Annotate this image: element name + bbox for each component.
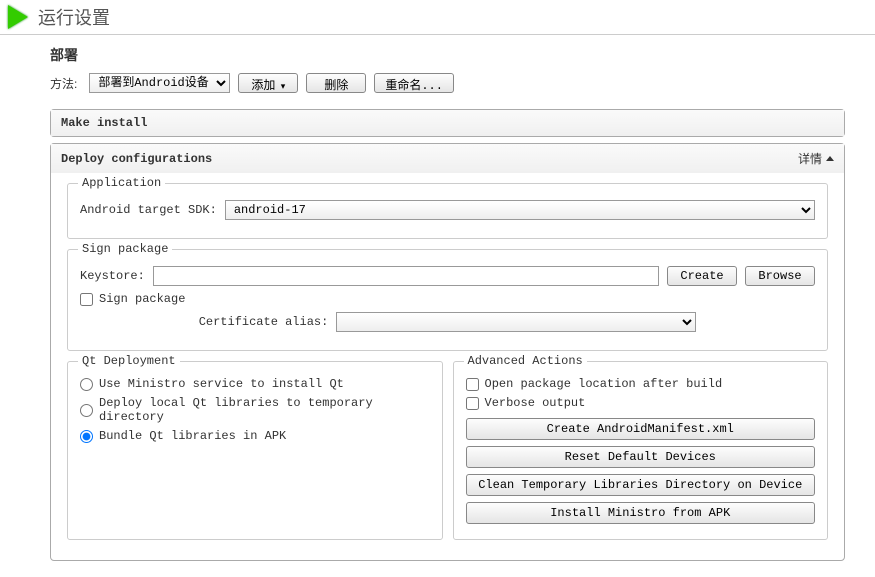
install-ministro-button[interactable]: Install Ministro from APK <box>466 502 816 524</box>
add-button[interactable]: 添加 <box>238 73 298 93</box>
advanced-legend: Advanced Actions <box>464 354 587 368</box>
sign-package-legend: Sign package <box>78 242 172 256</box>
details-toggle[interactable]: 详情 <box>798 150 834 167</box>
method-label: 方法: <box>50 75 77 92</box>
sign-package-fieldset: Sign package Keystore: Create Browse Sig… <box>67 249 828 351</box>
chevron-up-icon <box>826 156 834 161</box>
reset-devices-button[interactable]: Reset Default Devices <box>466 446 816 468</box>
application-fieldset: Application Android target SDK: android-… <box>67 183 828 239</box>
radio-local-label: Deploy local Qt libraries to temporary d… <box>99 396 430 424</box>
keystore-label: Keystore: <box>80 269 145 283</box>
create-manifest-button[interactable]: Create AndroidManifest.xml <box>466 418 816 440</box>
run-icon <box>8 5 28 29</box>
target-sdk-select[interactable]: android-17 <box>225 200 815 220</box>
sign-package-checkbox[interactable] <box>80 293 93 306</box>
radio-bundle[interactable] <box>80 430 93 443</box>
delete-button[interactable]: 删除 <box>306 73 366 93</box>
make-install-panel: Make install <box>50 109 845 137</box>
deploy-config-title: Deploy configurations <box>61 152 212 166</box>
application-legend: Application <box>78 176 165 190</box>
radio-bundle-label: Bundle Qt libraries in APK <box>99 429 286 443</box>
browse-keystore-button[interactable]: Browse <box>745 266 815 286</box>
make-install-title: Make install <box>61 116 147 130</box>
verbose-label: Verbose output <box>485 396 586 410</box>
rename-button[interactable]: 重命名... <box>374 73 454 93</box>
qt-deployment-legend: Qt Deployment <box>78 354 180 368</box>
method-row: 方法: 部署到Android设备 添加 删除 重命名... <box>50 73 845 93</box>
deploy-config-body: Application Android target SDK: android-… <box>51 173 844 560</box>
verbose-checkbox[interactable] <box>466 397 479 410</box>
page-title: 运行设置 <box>38 4 110 30</box>
target-sdk-label: Android target SDK: <box>80 203 217 217</box>
clean-libs-button[interactable]: Clean Temporary Libraries Directory on D… <box>466 474 816 496</box>
open-package-checkbox[interactable] <box>466 378 479 391</box>
advanced-actions-fieldset: Advanced Actions Open package location a… <box>453 361 829 540</box>
details-label: 详情 <box>798 150 822 167</box>
content-area: 部署 方法: 部署到Android设备 添加 删除 重命名... Make in… <box>0 35 875 577</box>
deploy-config-panel: Deploy configurations 详情 Application And… <box>50 143 845 561</box>
keystore-input[interactable] <box>153 266 659 286</box>
cert-alias-select[interactable] <box>336 312 696 332</box>
qt-deployment-fieldset: Qt Deployment Use Ministro service to in… <box>67 361 443 540</box>
deploy-section-title: 部署 <box>50 45 845 65</box>
radio-ministro-label: Use Ministro service to install Qt <box>99 377 344 391</box>
radio-local[interactable] <box>80 404 93 417</box>
cert-alias-label: Certificate alias: <box>199 315 329 329</box>
radio-ministro[interactable] <box>80 378 93 391</box>
method-select[interactable]: 部署到Android设备 <box>89 73 230 93</box>
sign-package-checkbox-label: Sign package <box>99 292 185 306</box>
create-keystore-button[interactable]: Create <box>667 266 737 286</box>
make-install-header[interactable]: Make install <box>51 110 844 136</box>
page-header: 运行设置 <box>0 0 875 35</box>
deploy-config-header: Deploy configurations 详情 <box>51 144 844 173</box>
open-package-label: Open package location after build <box>485 377 723 391</box>
